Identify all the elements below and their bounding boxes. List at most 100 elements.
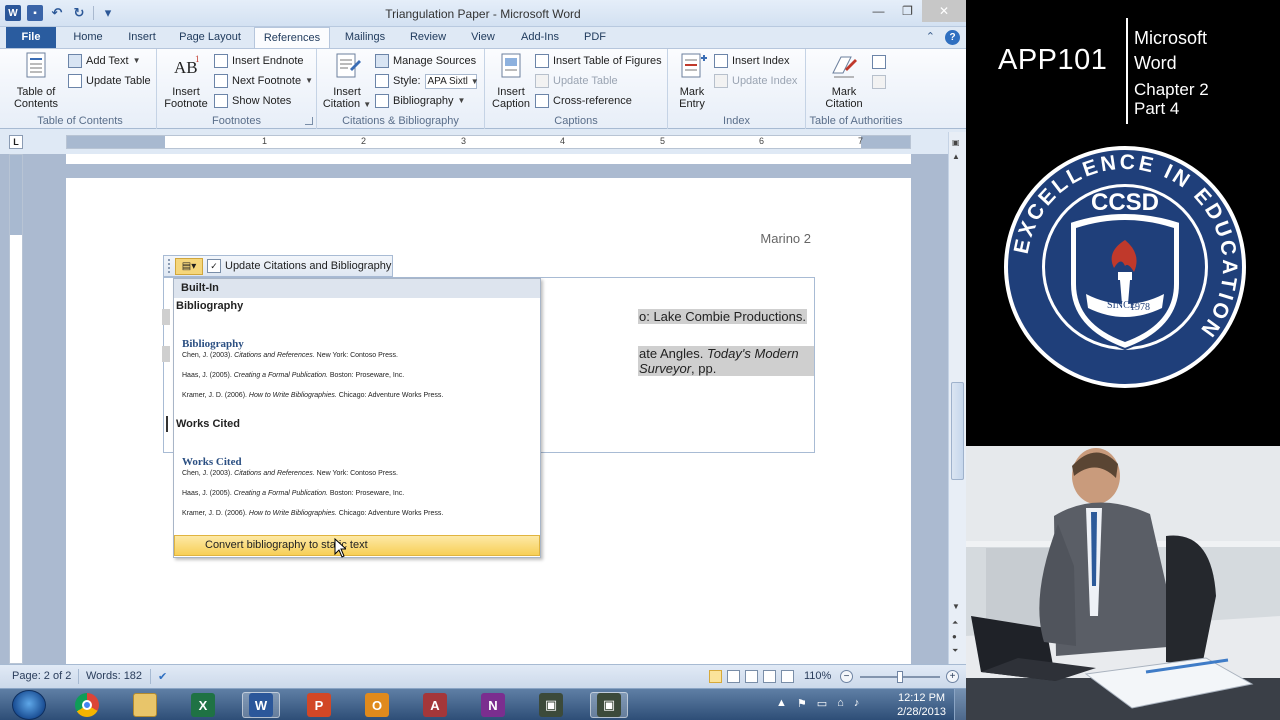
proofing-icon[interactable]: ✔ (158, 670, 167, 683)
style-combo-value[interactable]: APA Sixtl ▼ (424, 73, 479, 89)
topic-line-4: Part 4 (1134, 99, 1180, 118)
scroll-thumb[interactable] (951, 382, 964, 480)
insert-endnote-label: Insert Endnote (232, 55, 304, 67)
tab-mailings[interactable]: Mailings (338, 27, 392, 48)
excel-taskbar-icon[interactable]: X (184, 692, 222, 718)
insert-index-label: Insert Index (732, 55, 790, 67)
word-window: W ▪ ↶ ↻ ▾ Triangulation Paper - Microsof… (0, 0, 966, 688)
minimize-ribbon-icon[interactable]: ⌃ (926, 30, 935, 45)
help-icon[interactable]: ? (945, 30, 960, 45)
tab-references[interactable]: References (254, 27, 330, 49)
outlook-taskbar-icon[interactable]: O (358, 692, 396, 718)
start-button[interactable] (12, 690, 46, 720)
word-count-status[interactable]: Words: 182 (86, 670, 142, 682)
topic-app-title: Microsoft Word (1134, 26, 1207, 76)
recorder-taskbar-icon[interactable]: ▣ (590, 692, 628, 718)
table-of-figures-icon (535, 54, 549, 68)
topic-chapter-title: Chapter 2 Part 4 (1134, 80, 1209, 118)
access-taskbar-icon[interactable]: A (416, 692, 454, 718)
tab-insert[interactable]: Insert (120, 27, 164, 48)
insert-index-button[interactable]: Insert Index (714, 52, 789, 70)
print-layout-view-icon[interactable] (709, 670, 722, 683)
ruler-toggle-icon[interactable]: ▣ (952, 138, 960, 147)
bibliography-button[interactable]: Bibliography ▼ (375, 92, 465, 110)
mark-entry-icon (681, 53, 707, 78)
update-table-toc-button[interactable]: Update Table (68, 72, 151, 90)
clock[interactable]: 12:12 PM 2/28/2013 (897, 691, 946, 719)
windows-taskbar: X W P O A N ▣ ▣ ▲ ⚑ ▭ ⌂ ♪ 12:12 PM 2/28/… (0, 688, 966, 720)
display-icon[interactable]: ▭ (817, 697, 827, 710)
update-index-button[interactable]: Update Index (714, 72, 797, 90)
tab-home[interactable]: Home (68, 27, 108, 48)
group-label: Table of Authorities (809, 115, 903, 127)
web-layout-view-icon[interactable] (745, 670, 758, 683)
insert-footnote-button[interactable]: AB 1 Insert Footnote (161, 51, 211, 110)
onenote-taskbar-icon[interactable]: N (474, 692, 512, 718)
show-notes-button[interactable]: Show Notes (214, 92, 291, 110)
tab-view[interactable]: View (464, 27, 502, 48)
minimize-button[interactable]: — (864, 0, 893, 22)
full-screen-reading-view-icon[interactable] (727, 670, 740, 683)
zoom-slider-knob[interactable] (897, 671, 903, 683)
status-separator (150, 669, 151, 684)
close-button[interactable]: ✕ (922, 0, 966, 22)
tab-pdf[interactable]: PDF (578, 27, 612, 48)
select-browse-object-icon[interactable]: ● (952, 632, 957, 641)
scroll-down-arrow-icon[interactable]: ▼ (952, 602, 960, 611)
cross-reference-button[interactable]: Cross-reference (535, 92, 632, 110)
powerpoint-taskbar-icon[interactable]: P (300, 692, 338, 718)
tray-expand-icon[interactable]: ▲ (776, 697, 787, 710)
chrome-taskbar-icon[interactable] (68, 692, 106, 718)
zoom-slider[interactable] (860, 671, 940, 683)
bibliographies-dropdown-button[interactable]: ▤▾ (175, 257, 203, 275)
network-icon[interactable]: ⌂ (837, 697, 844, 710)
bibliography-preview-title[interactable]: Bibliography (182, 338, 244, 350)
vertical-ruler[interactable] (9, 154, 23, 664)
word-taskbar-icon[interactable]: W (242, 692, 280, 718)
insert-table-of-figures-button[interactable]: Insert Table of Figures (535, 52, 662, 70)
previous-page-icon[interactable]: ⏶ (952, 618, 958, 628)
group-label: Index (723, 115, 750, 127)
show-desktop-button[interactable] (954, 689, 966, 720)
tab-selector-button[interactable]: L (9, 135, 23, 149)
restore-button[interactable]: ❐ (893, 0, 922, 22)
update-citations-button[interactable]: Update Citations and Bibliography (225, 260, 391, 272)
update-table-captions-button[interactable]: Update Table (535, 72, 618, 90)
tab-add-ins[interactable]: Add-Ins (514, 27, 566, 48)
works-cited-preview-title[interactable]: Works Cited (182, 456, 242, 468)
volume-icon[interactable]: ♪ (854, 697, 860, 710)
next-page-icon[interactable]: ⏷ (952, 646, 958, 656)
action-center-icon[interactable]: ⚑ (797, 697, 807, 710)
tab-review[interactable]: Review (405, 27, 451, 48)
horizontal-ruler[interactable]: 1 2 3 4 5 6 7 (66, 135, 911, 149)
convert-to-static-text-menu-item[interactable]: Convert bibliography to static text (174, 535, 540, 556)
scroll-up-arrow-icon[interactable]: ▲ (952, 152, 960, 161)
add-text-button[interactable]: Add Text ▼ (68, 52, 141, 70)
explorer-taskbar-icon[interactable] (126, 692, 164, 718)
insert-caption-button[interactable]: Insert Caption (489, 51, 533, 110)
citation-style-select[interactable]: Style: APA Sixtl ▼ (375, 72, 479, 90)
insert-citation-button[interactable]: Insert Citation ▼ (321, 51, 373, 111)
manage-sources-button[interactable]: Manage Sources (375, 52, 476, 70)
table-of-contents-button[interactable]: Table of Contents (10, 51, 62, 110)
dialog-launcher-icon[interactable] (305, 117, 313, 125)
tab-file[interactable]: File (6, 27, 56, 48)
insert-table-of-authorities-icon[interactable] (872, 55, 886, 69)
mark-citation-button[interactable]: Mark Citation (820, 51, 868, 110)
tab-page-layout[interactable]: Page Layout (175, 27, 245, 48)
zoom-in-icon[interactable]: + (946, 670, 959, 683)
outline-view-icon[interactable] (763, 670, 776, 683)
page-count-status[interactable]: Page: 2 of 2 (12, 670, 71, 682)
next-footnote-button[interactable]: Next Footnote ▼ (214, 72, 313, 90)
app-taskbar-icon[interactable]: ▣ (532, 692, 570, 718)
vertical-scrollbar[interactable]: ▣ ▲ ▼ ⏶ ● ⏷ (948, 132, 966, 664)
zoom-out-icon[interactable]: − (840, 670, 853, 683)
update-table-of-authorities-icon[interactable] (872, 75, 886, 89)
gallery-item-bibliography-title[interactable]: Bibliography (176, 300, 243, 312)
insert-endnote-button[interactable]: Insert Endnote (214, 52, 304, 70)
gallery-item-works-cited-title[interactable]: Works Cited (176, 418, 240, 430)
mark-entry-button[interactable]: Mark Entry (672, 51, 712, 110)
grip-handle-icon[interactable] (168, 259, 171, 273)
zoom-level[interactable]: 110% (804, 670, 831, 682)
draft-view-icon[interactable] (781, 670, 794, 683)
